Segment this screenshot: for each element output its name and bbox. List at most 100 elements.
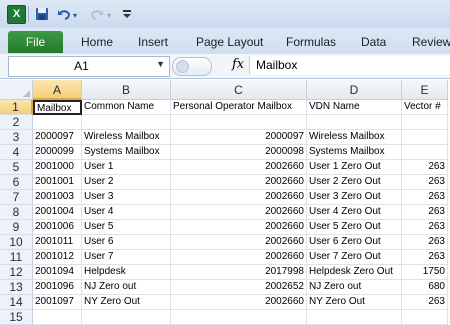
cell-d14[interactable]: NY Zero Out (307, 295, 402, 310)
formula-input[interactable]: Mailbox (249, 56, 450, 75)
cell-a7[interactable]: 2001003 (33, 190, 82, 205)
cell-e9[interactable]: 263 (402, 220, 448, 235)
row-header-15[interactable]: 15 (0, 310, 33, 325)
cell-a13[interactable]: 2001096 (33, 280, 82, 295)
cell-d4[interactable]: Systems Mailbox (307, 145, 402, 160)
cell-a11[interactable]: 2001012 (33, 250, 82, 265)
row-header-3[interactable]: 3 (0, 130, 33, 145)
cell-c4[interactable]: 2000098 (171, 145, 307, 160)
cell-a3[interactable]: 2000097 (33, 130, 82, 145)
row-header-6[interactable]: 6 (0, 175, 33, 190)
cell-e15[interactable] (402, 310, 448, 325)
redo-dropdown-icon[interactable]: ▾ (107, 9, 111, 23)
cell-d11[interactable]: User 7 Zero Out (307, 250, 402, 265)
row-header-13[interactable]: 13 (0, 280, 33, 295)
cell-e10[interactable]: 263 (402, 235, 448, 250)
row-header-9[interactable]: 9 (0, 220, 33, 235)
cell-d15[interactable] (307, 310, 402, 325)
cell-e5[interactable]: 263 (402, 160, 448, 175)
cell-c10[interactable]: 2002660 (171, 235, 307, 250)
cell-c5[interactable]: 2002660 (171, 160, 307, 175)
cell-b13[interactable]: NJ Zero out (82, 280, 171, 295)
cell-b12[interactable]: Helpdesk (82, 265, 171, 280)
cell-b8[interactable]: User 4 (82, 205, 171, 220)
row-header-2[interactable]: 2 (0, 115, 33, 130)
cell-e3[interactable] (402, 130, 448, 145)
cell-c11[interactable]: 2002660 (171, 250, 307, 265)
row-header-11[interactable]: 11 (0, 250, 33, 265)
row-header-7[interactable]: 7 (0, 190, 33, 205)
cell-c9[interactable]: 2002660 (171, 220, 307, 235)
row-header-1[interactable]: 1 (0, 100, 33, 115)
cell-e8[interactable]: 263 (402, 205, 448, 220)
cell-e12[interactable]: 1750 (402, 265, 448, 280)
undo-icon[interactable] (57, 7, 71, 21)
tab-formulas[interactable]: Formulas (286, 31, 336, 53)
name-box[interactable]: A1 ▼ (8, 56, 170, 77)
cell-c3[interactable]: 2000097 (171, 130, 307, 145)
row-header-8[interactable]: 8 (0, 205, 33, 220)
row-header-4[interactable]: 4 (0, 145, 33, 160)
cell-c6[interactable]: 2002660 (171, 175, 307, 190)
cell-b1[interactable]: Common Name (82, 100, 171, 115)
redo-icon[interactable] (90, 7, 104, 21)
cell-c8[interactable]: 2002660 (171, 205, 307, 220)
cell-a9[interactable]: 2001006 (33, 220, 82, 235)
cell-a15[interactable] (33, 310, 82, 325)
cell-a2[interactable] (33, 115, 82, 130)
cell-a5[interactable]: 2001000 (33, 160, 82, 175)
cell-d3[interactable]: Wireless Mailbox (307, 130, 402, 145)
cell-e13[interactable]: 680 (402, 280, 448, 295)
row-header-5[interactable]: 5 (0, 160, 33, 175)
spreadsheet-grid[interactable]: A B C D E 1 Mailbox Common Name Personal Operato… (0, 80, 450, 325)
chevron-down-icon[interactable]: ▼ (156, 59, 165, 69)
cell-c7[interactable]: 2002660 (171, 190, 307, 205)
tab-page-layout[interactable]: Page Layout (196, 31, 263, 53)
cell-c13[interactable]: 2002652 (171, 280, 307, 295)
cell-a10[interactable]: 2001011 (33, 235, 82, 250)
cell-e7[interactable]: 263 (402, 190, 448, 205)
cell-b11[interactable]: User 7 (82, 250, 171, 265)
tab-review[interactable]: Review (412, 31, 450, 53)
cell-d1[interactable]: VDN Name (307, 100, 402, 115)
cell-a14[interactable]: 2001097 (33, 295, 82, 310)
row-header-14[interactable]: 14 (0, 295, 33, 310)
excel-app-icon[interactable]: X (7, 5, 26, 24)
cell-b9[interactable]: User 5 (82, 220, 171, 235)
cell-b3[interactable]: Wireless Mailbox (82, 130, 171, 145)
cell-d13[interactable]: NJ Zero out (307, 280, 402, 295)
tab-insert[interactable]: Insert (138, 31, 168, 53)
formula-bar-resize-handle[interactable] (172, 57, 212, 76)
cell-b15[interactable] (82, 310, 171, 325)
cell-c12[interactable]: 2017998 (171, 265, 307, 280)
cell-a12[interactable]: 2001094 (33, 265, 82, 280)
cell-e11[interactable]: 263 (402, 250, 448, 265)
cell-b7[interactable]: User 3 (82, 190, 171, 205)
cell-a6[interactable]: 2001001 (33, 175, 82, 190)
cell-b2[interactable] (82, 115, 171, 130)
column-header-d[interactable]: D (307, 80, 402, 100)
cell-e1[interactable]: Vector # (402, 100, 448, 115)
tab-home[interactable]: Home (81, 31, 113, 53)
select-all-button[interactable] (0, 80, 33, 100)
cell-e2[interactable] (402, 115, 448, 130)
cell-b5[interactable]: User 1 (82, 160, 171, 175)
insert-function-icon[interactable]: fx (232, 57, 244, 72)
row-header-10[interactable]: 10 (0, 235, 33, 250)
tab-file[interactable]: File (8, 31, 63, 53)
cell-d9[interactable]: User 5 Zero Out (307, 220, 402, 235)
cell-d2[interactable] (307, 115, 402, 130)
tab-data[interactable]: Data (361, 31, 386, 53)
cell-e14[interactable]: 263 (402, 295, 448, 310)
column-header-a[interactable]: A (33, 80, 82, 100)
cell-c15[interactable] (171, 310, 307, 325)
cell-d7[interactable]: User 3 Zero Out (307, 190, 402, 205)
cell-e4[interactable] (402, 145, 448, 160)
cell-c1[interactable]: Personal Operator Mailbox (171, 100, 307, 115)
cell-d5[interactable]: User 1 Zero Out (307, 160, 402, 175)
cell-d10[interactable]: User 6 Zero Out (307, 235, 402, 250)
undo-dropdown-icon[interactable]: ▾ (73, 9, 77, 23)
column-header-b[interactable]: B (82, 80, 171, 100)
cell-b14[interactable]: NY Zero Out (82, 295, 171, 310)
cell-e6[interactable]: 263 (402, 175, 448, 190)
